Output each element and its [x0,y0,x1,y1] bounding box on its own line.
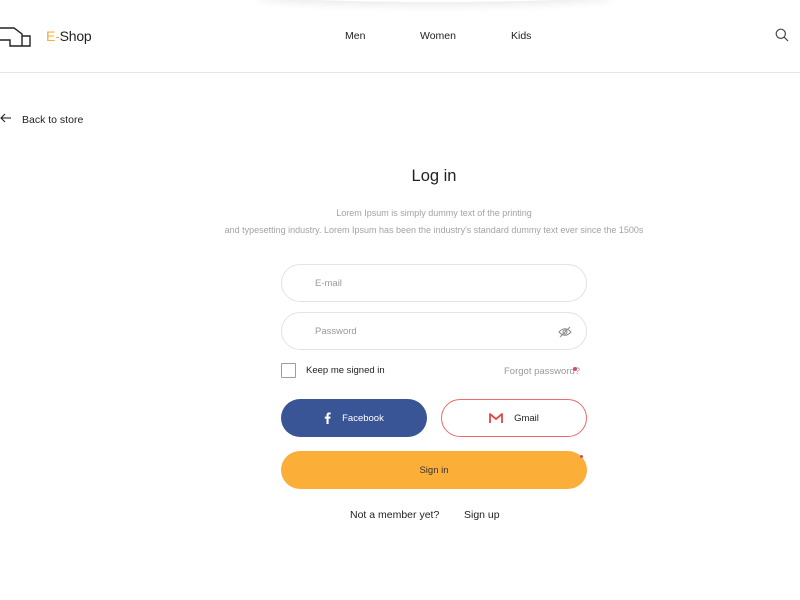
gmail-icon [489,412,503,424]
main-nav: Men Women Kids [0,30,800,44]
description-line-1: Lorem Ipsum is simply dummy text of the … [336,208,532,218]
description-line-2: and typesetting industry. Lorem Ipsum ha… [224,225,644,235]
login-description: Lorem Ipsum is simply dummy text of the … [0,205,800,239]
eye-off-icon[interactable] [558,325,572,343]
nav-item-women[interactable]: Women [420,30,456,42]
not-member-text: Not a member yet? [350,509,440,521]
email-field [281,264,587,302]
back-to-store-link[interactable]: Back to store [0,111,83,129]
cursor-dot [573,367,577,371]
sign-in-button[interactable]: Sign in [281,451,587,489]
remember-checkbox[interactable] [281,363,296,378]
facebook-label: Facebook [342,412,384,424]
nav-item-kids[interactable]: Kids [511,30,531,42]
facebook-icon [324,412,331,424]
sign-up-link[interactable]: Sign up [464,509,500,521]
nav-item-men[interactable]: Men [345,30,365,42]
search-icon[interactable] [775,28,789,47]
gmail-button[interactable]: Gmail [441,399,587,437]
remember-me[interactable]: Keep me signed in [281,363,385,378]
cursor-dot-2 [580,455,583,458]
password-field [281,312,587,350]
back-to-store-label: Back to store [22,114,84,126]
page-title: Log in [411,167,457,185]
email-input[interactable] [315,265,555,301]
password-input[interactable] [315,313,555,349]
arrow-left-icon [0,111,12,129]
sign-in-label: Sign in [419,464,449,476]
remember-label: Keep me signed in [306,365,385,376]
forgot-password-link[interactable]: Forgot password? [504,366,580,377]
gmail-label: Gmail [514,412,539,424]
site-header: E-Shop Men Women Kids [0,0,800,73]
facebook-button[interactable]: Facebook [281,399,427,437]
